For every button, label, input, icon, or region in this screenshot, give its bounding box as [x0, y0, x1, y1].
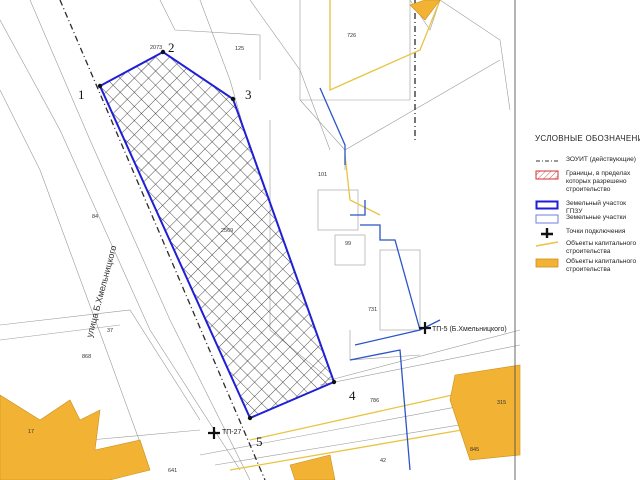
parcel-number: 726 [347, 33, 356, 39]
legend-panel: УСЛОВНЫЕ ОБОЗНАЧЕНИЯ ЗОУИТ (действующие)… [533, 134, 640, 320]
cross-icon [541, 228, 553, 238]
street-label: улица Б.Хмельницкого [84, 244, 118, 338]
point-label-2: 2 [168, 40, 175, 55]
parcel-number: 845 [470, 447, 479, 453]
parcel-number: 125 [235, 46, 244, 52]
yellow-line-icon [535, 241, 559, 247]
parcel-number: 641 [168, 468, 177, 474]
dash-line-icon [536, 160, 558, 162]
legend-label: Объекты капитального строительства (лине… [566, 240, 637, 255]
legend-title: УСЛОВНЫЕ ОБОЗНАЧЕНИЯ [535, 134, 640, 143]
blue-thick-icon [535, 200, 559, 210]
point-label-5: 5 [256, 434, 263, 449]
connection-label: ТП-5 (Б.Хмельницкого) [432, 326, 507, 333]
build-zone-hatch [99, 51, 335, 419]
parcel-number: 868 [82, 354, 91, 360]
parcel-number: 84 [92, 214, 98, 220]
point-label-3: 3 [245, 87, 252, 102]
orange-fill-icon [535, 258, 559, 268]
parcel-number: 2569 [221, 228, 233, 234]
parcel-number: 101 [318, 172, 327, 178]
legend-label: ЗОУИТ (действующие) [566, 156, 636, 163]
legend-label: Объекты капитального строительства (дейс… [566, 258, 637, 273]
parcel-number: 42 [380, 458, 386, 464]
parcel-number: 99 [345, 241, 351, 247]
blue-thin-icon [535, 214, 559, 224]
parcel-number: 17 [28, 429, 34, 435]
point-label-1: 1 [78, 87, 85, 102]
parcel-number: 786 [370, 398, 379, 404]
parcel-number: 37 [107, 328, 113, 334]
parcel-number: 315 [497, 400, 506, 406]
point-label-4: 4 [349, 388, 356, 403]
parcel-number: 731 [368, 307, 377, 313]
connection-point-tp27: ТП-27 [208, 427, 242, 439]
legend-label: Границы, в пределах которых разрешено ст… [566, 170, 631, 193]
hatched-red-icon [535, 170, 559, 180]
connection-label: ТП-27 [222, 429, 242, 436]
legend-label: Точки подключения [566, 228, 626, 235]
legend-label: Земельные участки [566, 214, 627, 221]
parcel-number: 2073 [150, 45, 162, 51]
